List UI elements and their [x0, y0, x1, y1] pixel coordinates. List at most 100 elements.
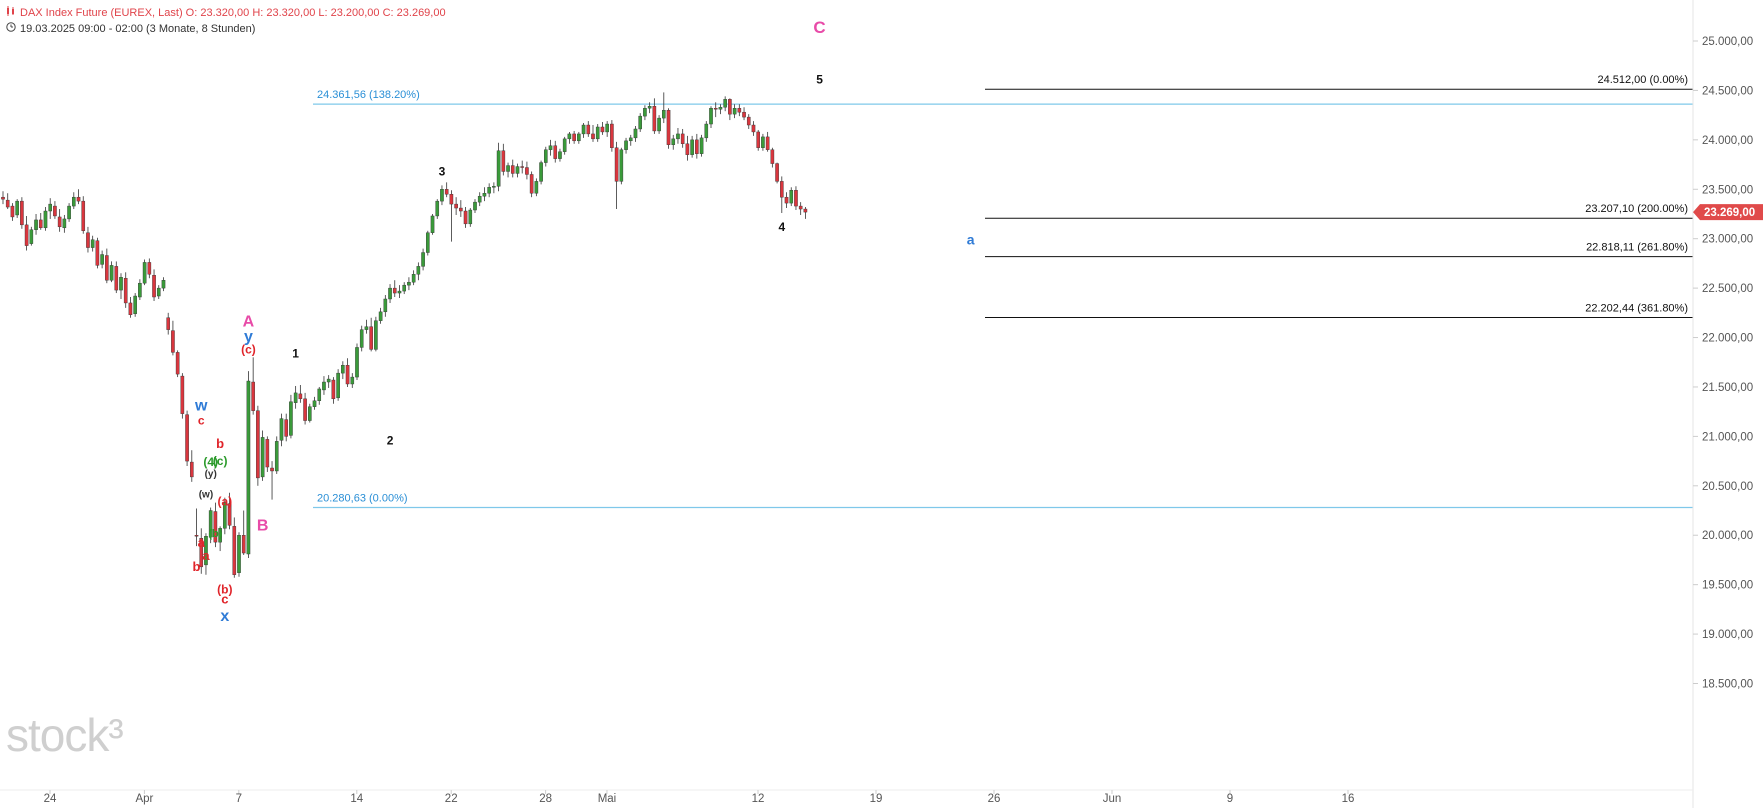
instrument-ohlc-text: DAX Index Future (EUREX, Last) O: 23.320… [20, 7, 446, 19]
candle-body [657, 117, 661, 132]
candle-body [133, 295, 137, 315]
candle [765, 131, 770, 152]
candle-body [468, 209, 473, 225]
candlesticks [1, 92, 808, 578]
x-axis: 24 Apr 7 14 22 28 Mai 12 19 26 Jun 9 16 [0, 789, 1693, 805]
candle-body [440, 189, 444, 202]
candle-body [780, 181, 784, 198]
candle-body [482, 193, 487, 197]
candle-body [378, 311, 383, 321]
candle-body [600, 126, 605, 133]
timeframe-line: 19.03.2025 09:00 - 02:00 (3 Monate, 8 St… [6, 21, 446, 37]
wave-label: a [967, 232, 975, 248]
x-tick-label: 14 [350, 793, 363, 805]
candle [775, 162, 779, 184]
candle-body [86, 232, 90, 248]
y-axis: 18.500,00 19.000,00 19.500,00 20.000,00 20.5… [1693, 36, 1753, 691]
wave-label: (w) [199, 490, 213, 501]
wave-label: (c) [213, 454, 228, 468]
candle [336, 369, 340, 401]
candle [723, 96, 727, 112]
candle-body [784, 196, 789, 204]
candle [402, 282, 407, 295]
candle [293, 385, 298, 409]
candle-body [610, 123, 614, 148]
candle [501, 143, 506, 176]
candle [359, 325, 364, 352]
candle-body [138, 282, 142, 298]
candle [407, 277, 411, 291]
candle-body [270, 467, 274, 472]
candle [492, 182, 496, 194]
candle [510, 159, 515, 178]
candle-body [746, 116, 751, 126]
candle [614, 141, 619, 210]
candle [90, 235, 95, 252]
candle [746, 114, 751, 129]
candle-body [756, 131, 760, 148]
candle [38, 212, 43, 230]
wave-label: B [257, 517, 269, 534]
candle-body [279, 418, 284, 441]
candle-body [397, 290, 402, 294]
candle-body [628, 137, 633, 142]
y-tick-label: 21.000,00 [1702, 431, 1753, 443]
candle-body [567, 133, 572, 140]
candle-body [548, 145, 553, 150]
candle [633, 126, 638, 142]
candle-body [359, 329, 364, 348]
candle-body [638, 115, 642, 130]
candle-body [765, 136, 770, 150]
candle [586, 121, 591, 137]
candle-body [161, 280, 166, 289]
candle-body [246, 380, 251, 555]
candle-body [732, 108, 737, 115]
wave-label: b [193, 559, 201, 574]
x-tick-label: Jun [1103, 793, 1122, 805]
candle-body [388, 287, 392, 300]
candle-body [520, 166, 524, 168]
candle [29, 226, 34, 246]
candle [440, 185, 444, 206]
candle [699, 134, 704, 157]
candle-body [459, 207, 463, 212]
candle-body [496, 150, 501, 187]
candle-body [770, 149, 775, 164]
candle [534, 178, 539, 197]
stock3-watermark: stock³ [6, 709, 124, 761]
candle-body [336, 372, 340, 399]
candle [529, 171, 534, 198]
candle-body [128, 302, 133, 316]
candles-icon [6, 5, 16, 21]
y-tick-label: 20.500,00 [1702, 481, 1753, 493]
candle-body [260, 437, 265, 478]
candle-body [38, 219, 43, 229]
candle-body [364, 326, 369, 330]
candle-body [142, 262, 147, 284]
candle [392, 280, 397, 298]
candle-body [581, 124, 586, 135]
candle [496, 142, 501, 192]
candle [43, 207, 48, 231]
candle [10, 203, 15, 221]
candle [57, 209, 62, 232]
candle [114, 261, 119, 294]
price-chart[interactable]: 24.361,56 (138.20%) 20.280,63 (0.00%) 24.… [0, 0, 1763, 808]
candle-body [90, 239, 95, 248]
candle [761, 133, 765, 151]
candle-body [558, 151, 562, 159]
candle-body [761, 136, 765, 148]
candle [756, 129, 760, 151]
candle [265, 436, 270, 472]
candle [317, 386, 322, 405]
wave-label: a [202, 548, 210, 563]
candle-body [794, 190, 798, 207]
x-tick-label: 7 [236, 793, 242, 805]
candle-body [510, 165, 515, 174]
candle [577, 131, 581, 144]
candle [548, 139, 553, 156]
candle-body [643, 108, 647, 117]
candle-body [171, 330, 175, 353]
candle [364, 319, 369, 334]
candle-body [407, 281, 411, 286]
